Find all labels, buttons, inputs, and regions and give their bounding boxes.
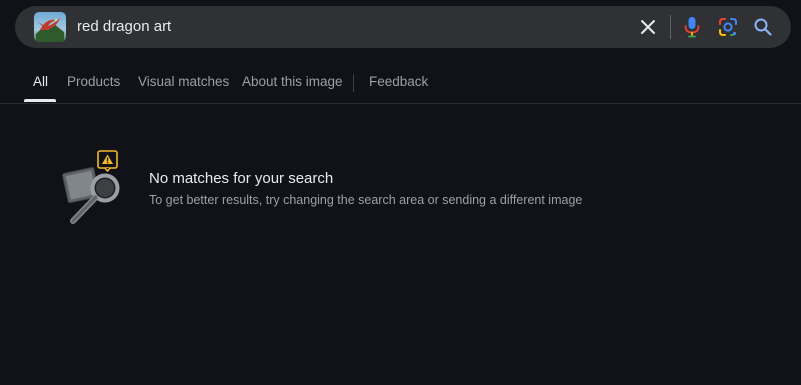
empty-state-title: No matches for your search <box>149 170 334 187</box>
tab-feedback[interactable]: Feedback <box>369 74 428 89</box>
search-query-text[interactable]: red dragon art <box>77 17 171 37</box>
search-icon <box>754 18 772 36</box>
tab-products[interactable]: Products <box>67 74 120 89</box>
magnifier-warning-icon <box>60 148 130 228</box>
clear-search-button[interactable] <box>637 16 659 38</box>
close-icon <box>641 20 655 34</box>
tabs-divider <box>353 74 354 92</box>
search-button[interactable] <box>752 16 774 38</box>
results-tabs: All Products Visual matches About this i… <box>0 62 801 104</box>
google-lens-icon <box>719 18 737 36</box>
tab-all[interactable]: All <box>33 74 48 89</box>
lens-results-page: red dragon art All Products Visual match… <box>0 0 801 385</box>
query-image-thumbnail[interactable] <box>34 12 66 42</box>
voice-search-button[interactable] <box>681 15 703 39</box>
empty-state-description: To get better results, try changing the … <box>149 193 583 207</box>
search-bar[interactable]: red dragon art <box>15 6 791 48</box>
microphone-icon <box>684 17 700 38</box>
search-bar-divider <box>670 15 671 39</box>
tab-visual-matches[interactable]: Visual matches <box>138 74 229 89</box>
active-tab-indicator <box>24 99 56 102</box>
tab-about-this-image[interactable]: About this image <box>242 74 343 89</box>
google-lens-button[interactable] <box>717 16 739 38</box>
